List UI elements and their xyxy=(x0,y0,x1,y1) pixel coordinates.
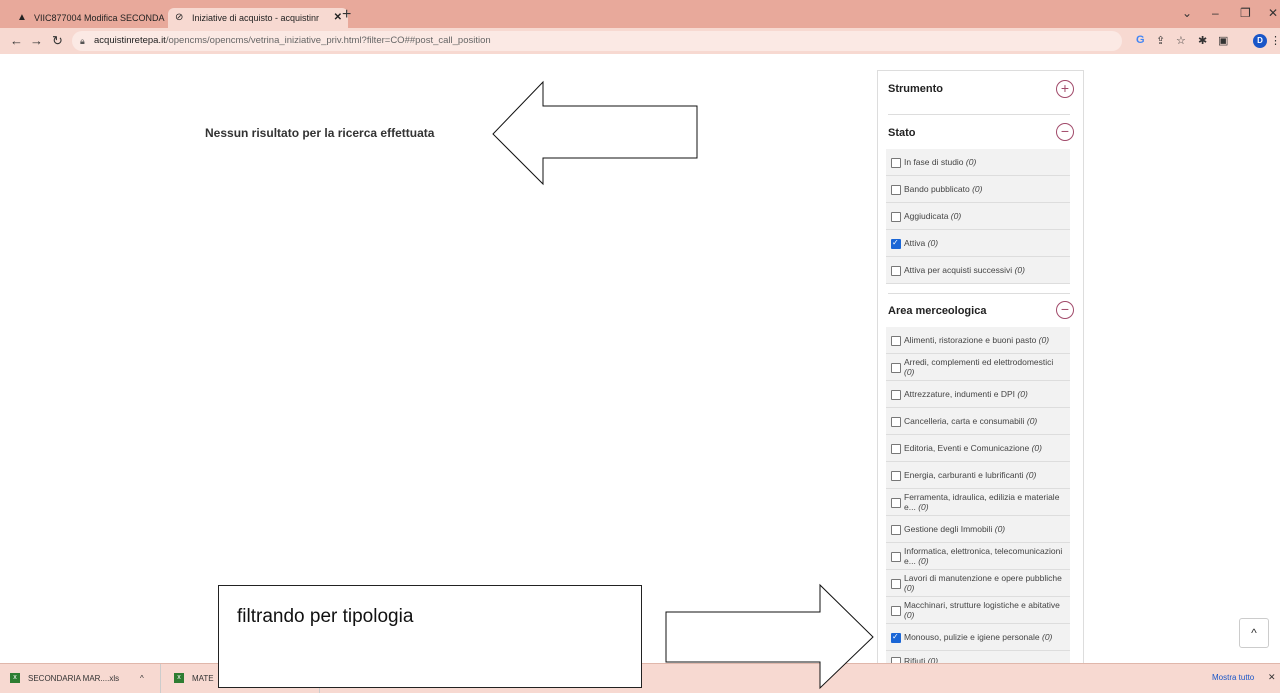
annotation-text: filtrando per tipologia xyxy=(237,606,414,627)
left-arrow-annotation xyxy=(492,80,698,186)
right-arrow-annotation xyxy=(665,583,874,690)
annotation-box: filtrando per tipologia xyxy=(218,585,642,688)
